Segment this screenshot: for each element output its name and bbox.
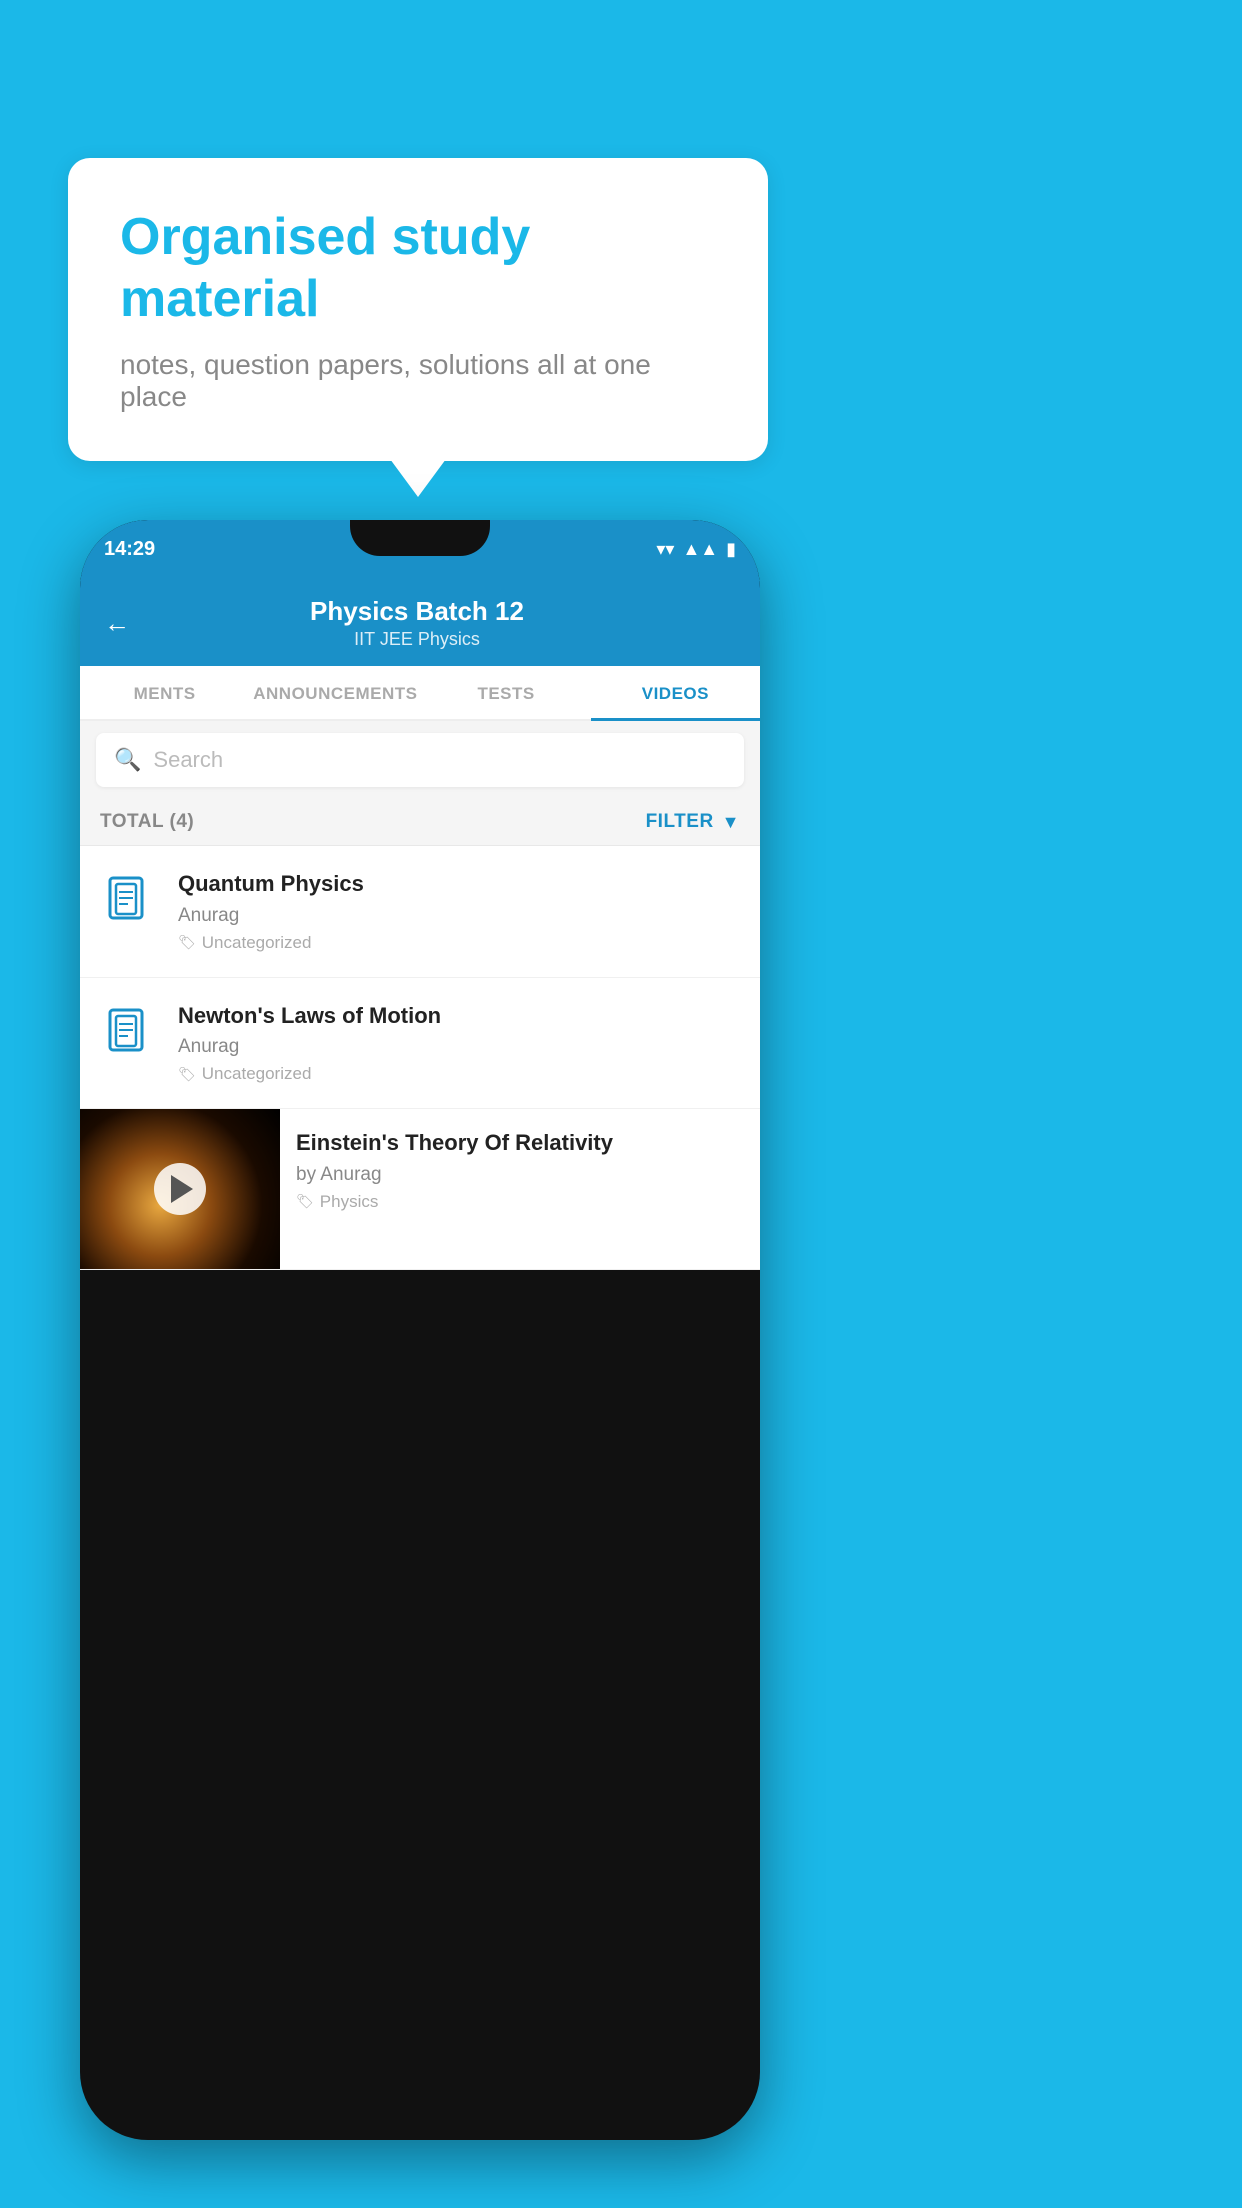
video-list: Quantum Physics Anurag 🏷 Uncategorized <box>80 846 760 1270</box>
speech-bubble: Organised study material notes, question… <box>68 158 768 461</box>
list-item[interactable]: Einstein's Theory Of Relativity by Anura… <box>80 1109 760 1270</box>
tab-announcements[interactable]: ANNOUNCEMENTS <box>249 666 421 721</box>
video-tag: 🏷 Physics <box>296 1192 744 1212</box>
video-title: Einstein's Theory Of Relativity <box>296 1129 744 1158</box>
tab-videos[interactable]: VIDEOS <box>591 666 760 721</box>
play-button[interactable] <box>154 1163 206 1215</box>
tabs-bar: MENTS ANNOUNCEMENTS TESTS VIDEOS <box>80 666 760 721</box>
back-button[interactable]: ← <box>100 604 134 643</box>
status-time: 14:29 <box>104 538 155 561</box>
video-author: Anurag <box>178 905 740 927</box>
status-icons: ▾▾ ▲▲ ▮ <box>656 539 736 560</box>
filter-label: FILTER <box>646 811 714 833</box>
search-bar-wrap: 🔍 Search <box>80 721 760 799</box>
signal-icon: ▲▲ <box>682 539 718 560</box>
list-item[interactable]: Quantum Physics Anurag 🏷 Uncategorized <box>80 846 760 978</box>
video-author: Anurag <box>178 1036 740 1058</box>
video-tag: 🏷 Uncategorized <box>178 1064 740 1084</box>
filter-icon: ▼ <box>722 812 740 833</box>
search-input[interactable]: Search <box>153 747 223 773</box>
filter-button[interactable]: FILTER ▼ <box>646 811 740 833</box>
phone-frame: 14:29 ▾▾ ▲▲ ▮ ← Physics Batch 12 IIT JEE… <box>80 520 760 2140</box>
tag-label: Physics <box>320 1192 379 1212</box>
app-header: ← Physics Batch 12 IIT JEE Physics <box>80 578 760 666</box>
tag-label: Uncategorized <box>202 933 312 953</box>
list-item[interactable]: Newton's Laws of Motion Anurag 🏷 Uncateg… <box>80 978 760 1110</box>
total-count: TOTAL (4) <box>100 811 194 833</box>
wifi-icon: ▾▾ <box>656 539 674 560</box>
document-icon <box>100 1002 160 1074</box>
filter-bar: TOTAL (4) FILTER ▼ <box>80 799 760 846</box>
play-triangle-icon <box>171 1175 193 1203</box>
header-subtitle: IIT JEE Physics <box>150 629 684 650</box>
video-info: Einstein's Theory Of Relativity by Anura… <box>280 1109 760 1232</box>
video-title: Quantum Physics <box>178 870 740 899</box>
tab-tests[interactable]: TESTS <box>421 666 590 721</box>
tag-icon: 🏷 <box>296 1193 314 1210</box>
tag-icon: 🏷 <box>178 1066 196 1083</box>
header-center: Physics Batch 12 IIT JEE Physics <box>150 596 684 650</box>
header-title: Physics Batch 12 <box>150 596 684 627</box>
tab-ments[interactable]: MENTS <box>80 666 249 721</box>
document-icon <box>100 870 160 942</box>
search-bar[interactable]: 🔍 Search <box>96 733 744 787</box>
status-bar: 14:29 ▾▾ ▲▲ ▮ <box>80 520 760 578</box>
video-thumbnail <box>80 1109 280 1269</box>
video-info: Newton's Laws of Motion Anurag 🏷 Uncateg… <box>178 1002 740 1085</box>
video-title: Newton's Laws of Motion <box>178 1002 740 1031</box>
tag-icon: 🏷 <box>178 934 196 951</box>
video-info: Quantum Physics Anurag 🏷 Uncategorized <box>178 870 740 953</box>
phone-screen: 14:29 ▾▾ ▲▲ ▮ ← Physics Batch 12 IIT JEE… <box>80 520 760 2140</box>
bubble-subtitle: notes, question papers, solutions all at… <box>120 349 716 413</box>
bubble-title: Organised study material <box>120 206 716 331</box>
video-author: by Anurag <box>296 1164 744 1186</box>
video-tag: 🏷 Uncategorized <box>178 933 740 953</box>
battery-icon: ▮ <box>726 539 736 560</box>
tag-label: Uncategorized <box>202 1064 312 1084</box>
search-icon: 🔍 <box>114 747 141 773</box>
